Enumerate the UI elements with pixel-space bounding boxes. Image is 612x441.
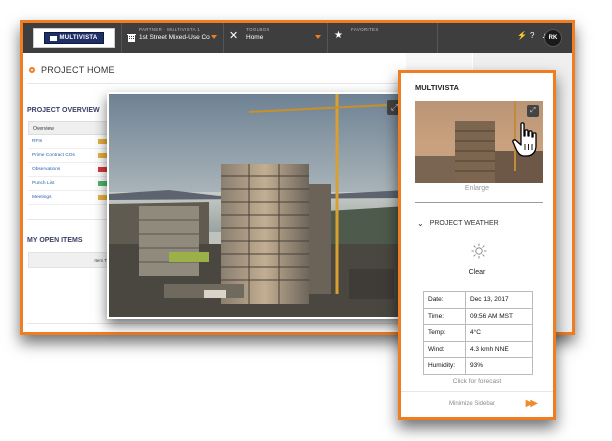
screenshot-stage: MULTIVISTA PARTNER · MULTIVISTA 1 1st St… xyxy=(0,0,612,441)
sun-icon xyxy=(471,243,487,259)
hand-cursor-icon xyxy=(512,122,537,157)
weather-value: 93% xyxy=(465,357,533,375)
weather-table: Date: Dec 13, 2017 Time: 09:56 AM MST Temp… xyxy=(423,291,533,375)
weather-key: Temp: xyxy=(423,324,466,342)
weather-row: Wind: 4.3 kmh NNE xyxy=(423,340,533,358)
weather-value: 4.3 kmh NNE xyxy=(465,340,533,358)
double-chevron-right-icon: ▶▶ xyxy=(525,398,539,409)
divider xyxy=(415,202,543,203)
weather-key: Date: xyxy=(423,291,466,309)
minimize-sidebar-label: Minimize Sidebar xyxy=(449,401,496,407)
weather-row: Humidity: 93% xyxy=(423,357,533,375)
weather-value: Dec 13, 2017 xyxy=(465,291,533,309)
weather-row: Time: 09:56 AM MST xyxy=(423,307,533,325)
forecast-link[interactable]: Click for forecast xyxy=(401,378,553,385)
weather-value: 4°C xyxy=(465,324,533,342)
weather-key: Wind: xyxy=(423,340,466,358)
weather-row: Temp: 4°C xyxy=(423,324,533,342)
weather-section-toggle[interactable]: ⌄ PROJECT WEATHER xyxy=(417,219,499,228)
sidebar-title: MULTIVISTA xyxy=(415,83,459,92)
weather-key: Time: xyxy=(423,307,466,325)
minimize-sidebar-button[interactable]: Minimize Sidebar ▶▶ xyxy=(401,391,553,417)
weather-section-title: PROJECT WEATHER xyxy=(429,220,499,227)
chevron-down-icon: ⌄ xyxy=(417,219,424,228)
weather-row: Date: Dec 13, 2017 xyxy=(423,291,533,309)
thumbnail-expand-icon[interactable]: ⤢ xyxy=(527,105,539,117)
weather-key: Humidity: xyxy=(423,357,466,375)
weather-value: 09:56 AM MST xyxy=(465,307,533,325)
enlarge-link[interactable]: Enlarge xyxy=(401,185,553,192)
weather-condition: Clear xyxy=(468,269,486,276)
